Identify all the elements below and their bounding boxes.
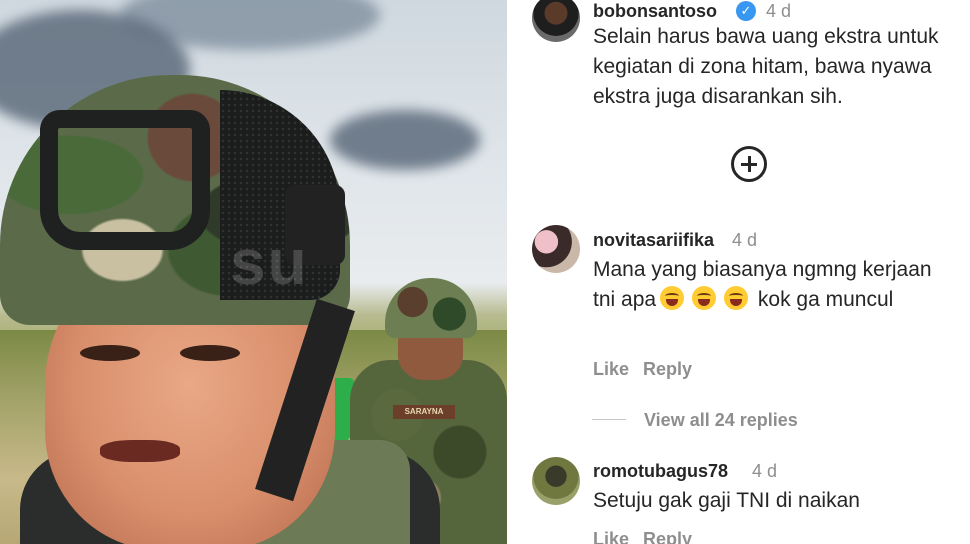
helmet-nvg-mount	[40, 110, 210, 250]
video-frame[interactable]: SARAYNA su	[0, 0, 507, 544]
soldier-eye	[80, 345, 140, 361]
avatar[interactable]	[532, 457, 580, 505]
laughing-with-tears-emoji	[660, 286, 685, 310]
view-replies-button[interactable]: View all 24 replies	[644, 410, 798, 431]
comment-time: 4 d	[752, 461, 778, 481]
comment-time: 4 d	[766, 1, 792, 21]
comment-text-part: kok ga muncul	[757, 288, 894, 311]
verified-badge-icon: ✓	[736, 1, 756, 21]
replies-divider	[592, 419, 626, 420]
laughing-with-tears-emoji	[692, 286, 717, 310]
comment-time: 4 d	[732, 230, 758, 250]
comment-username[interactable]: novitasariifika	[593, 230, 714, 251]
reply-button[interactable]: Reply	[643, 359, 692, 380]
plus-circle-icon[interactable]	[731, 146, 767, 182]
reply-button[interactable]: Reply	[643, 529, 692, 544]
comments-panel: bobonsantoso ✓ 4 d Selain harus bawa uan…	[507, 0, 970, 544]
comment-text: Setuju gak gaji TNI di naikan	[593, 489, 860, 512]
laughing-with-tears-emoji	[724, 286, 749, 310]
like-button[interactable]: Like	[593, 529, 629, 544]
soldier-eye	[180, 345, 240, 361]
avatar[interactable]	[532, 0, 580, 42]
comment-username[interactable]: romotubagus78	[593, 461, 728, 482]
sky-cloud	[330, 110, 480, 170]
comment-text: Mana yang biasanya ngmng kerjaan tni apa…	[593, 255, 948, 315]
avatar[interactable]	[532, 225, 580, 273]
comment-text: Selain harus bawa uang ekstra untuk kegi…	[593, 25, 939, 108]
like-button[interactable]: Like	[593, 359, 629, 380]
soldier-mouth	[100, 440, 180, 462]
comment-username[interactable]: bobonsantoso	[593, 1, 717, 22]
video-watermark: su	[230, 226, 309, 298]
uniform-name-tag: SARAYNA	[393, 405, 455, 419]
background-soldier-helmet	[385, 278, 477, 338]
